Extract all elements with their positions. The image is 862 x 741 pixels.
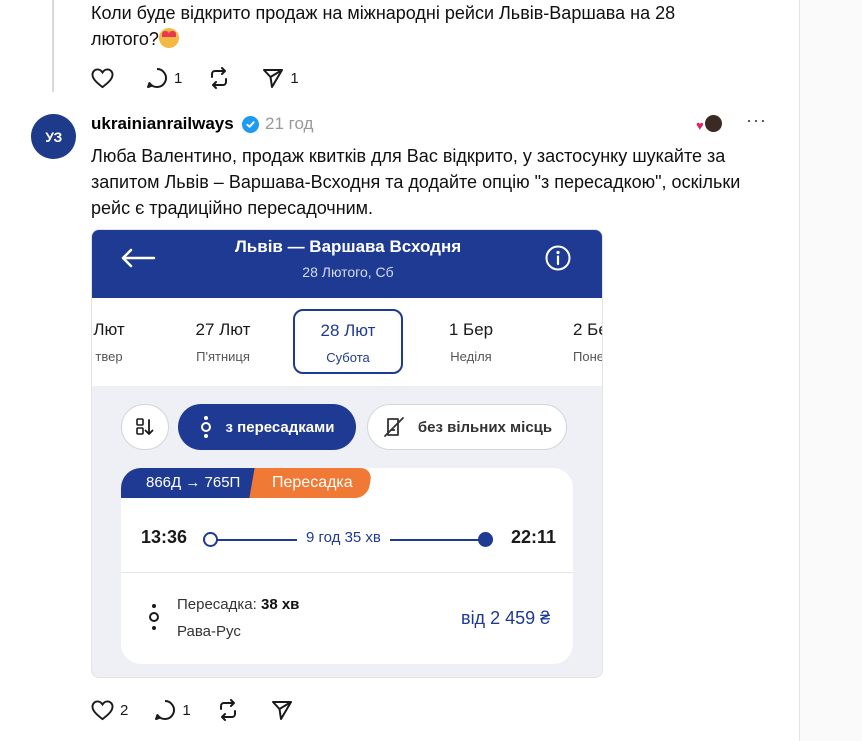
with-transfers-filter[interactable]: з пересадками xyxy=(178,404,356,450)
date-day: 1 Бер xyxy=(448,320,494,339)
train-number: 866Д → 765П xyxy=(121,468,259,498)
post-time[interactable]: 21 год xyxy=(265,114,313,134)
sort-icon xyxy=(136,418,154,435)
smiling-face-with-hearts-icon xyxy=(158,28,179,48)
thread-line xyxy=(52,0,54,92)
no-seat-icon xyxy=(383,417,404,437)
date-weekday: Неділя xyxy=(450,349,492,364)
ticket-price: від 2 459 ₴ xyxy=(461,608,551,628)
verified-badge-icon xyxy=(242,116,259,133)
reply-icon xyxy=(155,700,176,720)
route-title: Львів — Варшава Всходня xyxy=(234,237,462,256)
previous-post-text: Коли буде відкрито продаж на міжнародні … xyxy=(91,0,731,52)
with-transfers-label: з пересадками xyxy=(225,418,335,436)
transfer-info-label: Пересадка: xyxy=(177,596,261,613)
card-divider xyxy=(121,572,573,573)
liked-by-avatars[interactable]: ♥ xyxy=(696,114,726,134)
avatar[interactable]: УЗ xyxy=(31,114,76,159)
heart-icon xyxy=(91,67,114,88)
route-date: 28 Лютого, Сб xyxy=(302,264,394,280)
like-count: 2 xyxy=(120,701,129,719)
date-weekday: П'ятниця xyxy=(196,349,250,364)
train-result-card[interactable]: 866Д → 765П Пересадка 13:36 9 год 35 хв … xyxy=(121,468,573,664)
right-pane xyxy=(800,0,862,741)
more-options-button[interactable]: ··· xyxy=(746,110,767,131)
transfer-station: Рава-Рус xyxy=(177,623,241,640)
date-weekday: Понед xyxy=(573,349,602,364)
like-button[interactable]: 2 xyxy=(91,699,129,721)
repost-button[interactable] xyxy=(208,67,236,89)
date-item[interactable]: Лют твер xyxy=(92,320,164,364)
share-button[interactable] xyxy=(271,699,299,721)
date-day: 2 Бе xyxy=(573,320,602,339)
heart-icon: ♥ xyxy=(696,118,704,133)
heart-icon xyxy=(91,699,114,720)
transfer-duration: 38 хв xyxy=(260,596,300,613)
train-tags: 866Д → 765П Пересадка xyxy=(121,468,373,498)
transfer-tag-label: Пересадка xyxy=(272,474,354,491)
avatar-logo-text: УЗ xyxy=(45,128,62,145)
date-item-selected[interactable]: 28 Лют Субота xyxy=(293,309,403,374)
reply-button[interactable]: 1 xyxy=(146,67,182,89)
departure-time: 13:36 xyxy=(141,527,188,547)
date-weekday: твер xyxy=(95,349,123,364)
route-start-dot xyxy=(203,532,218,547)
reply-button[interactable]: 1 xyxy=(154,699,191,721)
liker-avatar xyxy=(704,114,723,133)
no-free-seats-label: без вільних місць xyxy=(417,418,553,436)
date-selector: Лют твер 27 Лют П'ятниця 28 Лют Субота 1… xyxy=(92,298,602,386)
date-item[interactable]: 2 Бе Понед xyxy=(533,320,602,364)
date-item[interactable]: 1 Бер Неділя xyxy=(416,320,526,364)
trip-duration: 9 год 35 хв xyxy=(297,529,390,546)
share-icon xyxy=(271,701,292,720)
sort-button[interactable] xyxy=(121,404,169,450)
like-button[interactable] xyxy=(91,67,120,89)
transfer-stops-icon xyxy=(200,416,211,438)
reply-count: 1 xyxy=(182,701,191,719)
share-button[interactable]: 1 xyxy=(262,67,299,89)
arrival-time: 22:11 xyxy=(511,527,557,547)
previous-post-text-content: Коли буде відкрито продаж на міжнародні … xyxy=(91,3,676,49)
no-free-seats-filter[interactable]: без вільних місць xyxy=(367,404,567,450)
repost-button[interactable] xyxy=(217,699,245,721)
reply-icon xyxy=(147,68,167,88)
info-icon xyxy=(545,245,571,271)
app-header: Львів — Варшава Всходня 28 Лютого, Сб xyxy=(92,230,602,298)
share-count: 1 xyxy=(290,69,299,87)
date-day: 28 Лют xyxy=(320,321,376,340)
share-icon xyxy=(263,69,284,88)
date-item[interactable]: 27 Лют П'ятниця xyxy=(168,320,278,364)
reply-text: Люба Валентино, продаж квитків для Вас в… xyxy=(91,146,741,218)
date-day: Лют xyxy=(93,320,125,339)
previous-post-actions: 1 1 xyxy=(91,67,325,89)
transfer-stops-icon xyxy=(149,604,159,630)
username[interactable]: ukrainianrailways xyxy=(91,114,234,134)
date-day: 27 Лют xyxy=(195,320,251,339)
date-weekday: Субота xyxy=(326,350,370,365)
transfer-tag: Пересадка xyxy=(249,468,373,498)
attached-screenshot[interactable]: Львів — Варшава Всходня 28 Лютого, Сб Лю… xyxy=(91,229,603,678)
reply-actions: 2 1 xyxy=(91,699,325,721)
repost-icon xyxy=(219,699,236,721)
repost-icon xyxy=(211,67,228,89)
reply-count: 1 xyxy=(174,69,183,87)
transfer-info: Пересадка: 38 хв xyxy=(177,596,299,613)
route-end-dot xyxy=(478,532,493,547)
